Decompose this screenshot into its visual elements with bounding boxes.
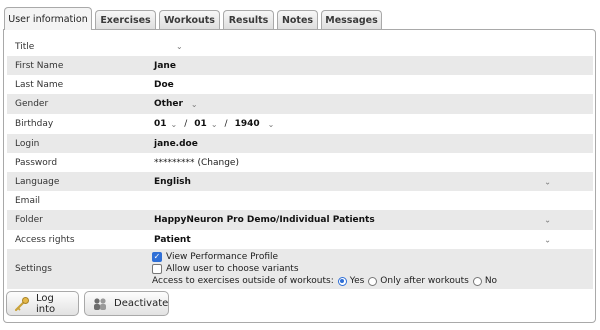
access-outside-workouts-option: Access to exercises outside of workouts:… [152, 275, 497, 287]
view-performance-profile-option: ✓ View Performance Profile [152, 251, 278, 263]
chevron-down-icon: ⌄ [544, 215, 551, 225]
access-after-workouts-label: Only after workouts [380, 276, 469, 286]
title-label: Title [15, 41, 35, 52]
allow-variants-checkbox[interactable] [152, 264, 162, 274]
folder-row: Folder HappyNeuron Pro Demo/Individual P… [7, 210, 593, 230]
folder-label: Folder [15, 215, 43, 225]
birthday-day: 01 [154, 119, 167, 129]
first-name-row: First Name Jane [7, 56, 593, 75]
folder-value: HappyNeuron Pro Demo/Individual Patients [154, 215, 375, 225]
birthday-month: 01 [194, 119, 207, 129]
gender-row: Gender Other ⌄ [7, 94, 593, 114]
language-row: Language English ⌄ [7, 172, 593, 191]
birthday-separator: / [224, 119, 228, 129]
password-masked: ********* [154, 157, 195, 168]
birthday-day-select[interactable]: 01 ⌄ [154, 119, 177, 129]
log-into-button[interactable]: Log into [6, 291, 79, 316]
chevron-down-icon: ⌄ [176, 42, 183, 51]
email-field[interactable] [143, 191, 593, 210]
chevron-down-icon: ⌄ [170, 119, 178, 129]
birthday-row: Birthday 01 ⌄ / 01 ⌄ / 1940 ⌄ [7, 114, 593, 134]
chevron-down-icon: ⌄ [210, 119, 218, 129]
login-label: Login [15, 138, 40, 149]
tab-messages[interactable]: Messages [321, 10, 382, 29]
deactivate-label: Deactivate [114, 298, 169, 309]
view-performance-profile-label: View Performance Profile [166, 252, 279, 262]
last-name-field[interactable]: Doe [143, 75, 593, 94]
title-row: Title ⌄ [7, 37, 593, 56]
view-performance-profile-checkbox[interactable]: ✓ [152, 252, 162, 262]
birthday-month-select[interactable]: 01 ⌄ [194, 119, 217, 129]
title-select[interactable]: ⌄ [143, 37, 593, 56]
settings-options: ✓ View Performance Profile Allow user to… [143, 249, 593, 289]
first-name-field[interactable]: Jane [143, 56, 593, 75]
allow-variants-option: Allow user to choose variants [152, 263, 299, 275]
tab-user-information[interactable]: User information [4, 7, 92, 30]
last-name-row: Last Name Doe [7, 75, 593, 94]
gender-label: Gender [15, 99, 49, 109]
language-value: English [154, 176, 191, 187]
birthday-year-select[interactable]: 1940 ⌄ [235, 119, 275, 129]
settings-row: Settings ✓ View Performance Profile Allo… [7, 249, 593, 289]
tab-workouts[interactable]: Workouts [159, 10, 220, 29]
access-no-label: No [484, 276, 498, 286]
chevron-down-icon: ⌄ [544, 177, 551, 186]
birthday-label: Birthday [15, 119, 54, 129]
deactivate-button[interactable]: Deactivate [84, 291, 169, 316]
password-change-link[interactable]: (Change) [198, 158, 239, 168]
access-after-workouts-radio[interactable] [368, 276, 378, 286]
email-label: Email [15, 195, 40, 206]
access-rights-select[interactable]: Patient ⌄ [143, 230, 593, 249]
chevron-down-icon: ⌄ [544, 235, 551, 244]
last-name-label: Last Name [15, 79, 64, 90]
tab-results[interactable]: Results [223, 10, 274, 29]
password-value: ********* (Change) [143, 153, 593, 172]
key-icon [14, 296, 30, 312]
settings-label: Settings [15, 264, 52, 274]
access-rights-value: Patient [154, 234, 191, 245]
log-into-label: Log into [36, 292, 56, 315]
birthday-fields: 01 ⌄ / 01 ⌄ / 1940 ⌄ [143, 114, 593, 134]
chevron-down-icon: ⌄ [190, 99, 198, 109]
login-row: Login jane.doe [7, 134, 593, 153]
gender-value: Other [154, 99, 183, 109]
tab-exercises[interactable]: Exercises [95, 10, 156, 29]
chevron-down-icon: ⌄ [267, 119, 275, 129]
folder-select[interactable]: HappyNeuron Pro Demo/Individual Patients… [143, 210, 593, 230]
first-name-label: First Name [15, 60, 64, 71]
gender-select[interactable]: Other ⌄ [143, 94, 593, 114]
language-label: Language [15, 176, 60, 187]
access-yes-radio[interactable] [337, 276, 347, 286]
access-outside-label: Access to exercises outside of workouts: [152, 276, 334, 286]
password-row: Password ********* (Change) [7, 153, 593, 172]
email-row: Email [7, 191, 593, 210]
password-label: Password [15, 157, 58, 168]
access-rights-row: Access rights Patient ⌄ [7, 230, 593, 249]
login-field[interactable]: jane.doe [143, 134, 593, 153]
users-icon [92, 296, 108, 312]
birthday-year: 1940 [234, 119, 260, 129]
allow-variants-label: Allow user to choose variants [166, 264, 299, 274]
tab-notes[interactable]: Notes [277, 10, 318, 29]
access-yes-label: Yes [349, 276, 365, 286]
birthday-separator: / [184, 119, 188, 129]
user-information-panel: Title ⌄ First Name Jane Last Name Doe Ge… [3, 29, 596, 323]
access-rights-label: Access rights [15, 234, 75, 245]
access-no-radio[interactable] [472, 276, 482, 286]
language-select[interactable]: English ⌄ [143, 172, 593, 191]
